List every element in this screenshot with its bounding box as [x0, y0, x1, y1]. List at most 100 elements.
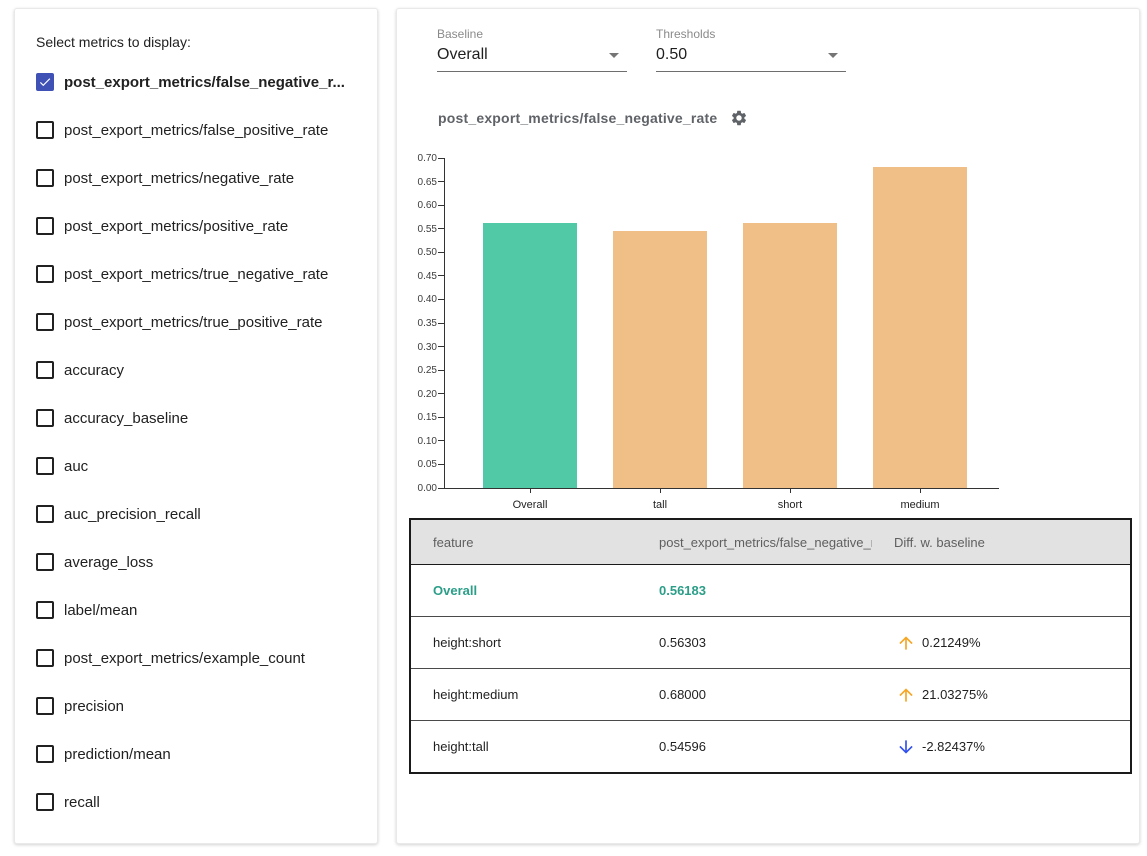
diff-with-baseline: 21.03275% — [894, 685, 1122, 705]
baseline-select[interactable]: Baseline Overall — [437, 27, 627, 72]
y-axis-tick — [438, 346, 444, 347]
table-header-cell: feature — [410, 519, 637, 565]
table-header-cell: Diff. w. baseline — [872, 519, 1131, 565]
metric-label: post_export_metrics/false_negative_r... — [64, 74, 345, 91]
arrow-up-icon — [896, 685, 916, 705]
metric-label: recall — [64, 794, 100, 811]
x-axis-tick — [530, 488, 531, 493]
feature-cell: Overall — [410, 565, 637, 617]
metric-checkbox-item[interactable]: auc — [15, 442, 377, 490]
gear-icon[interactable] — [730, 109, 748, 127]
metric-label: post_export_metrics/true_negative_rate — [64, 266, 328, 283]
checkbox-unchecked-icon[interactable] — [36, 313, 54, 331]
metric-checkbox-item[interactable]: recall — [15, 778, 377, 826]
y-axis-tick-label: 0.35 — [397, 318, 437, 329]
checkbox-unchecked-icon[interactable] — [36, 121, 54, 139]
y-axis-tick — [438, 488, 444, 489]
value-cell: 0.56303 — [637, 617, 872, 669]
metric-checkbox-item[interactable]: label/mean — [15, 586, 377, 634]
bar-medium[interactable] — [873, 167, 967, 488]
diff-with-baseline: -2.82437% — [894, 737, 1122, 757]
diff-cell — [872, 565, 1131, 617]
metric-checkbox-item[interactable]: post_export_metrics/false_negative_r... — [15, 58, 377, 106]
metric-label: post_export_metrics/positive_rate — [64, 218, 288, 235]
feature-cell: height:short — [410, 617, 637, 669]
checkbox-unchecked-icon[interactable] — [36, 457, 54, 475]
plot-area: 0.000.050.100.150.200.250.300.350.400.45… — [444, 158, 999, 489]
metric-checkbox-item[interactable]: post_export_metrics/false_positive_rate — [15, 106, 377, 154]
y-axis-tick-label: 0.65 — [397, 177, 437, 188]
y-axis-tick — [438, 228, 444, 229]
bar-chart: 0.000.050.100.150.200.250.300.350.400.45… — [397, 9, 1141, 539]
checkbox-unchecked-icon[interactable] — [36, 361, 54, 379]
y-axis-tick — [438, 323, 444, 324]
bar-tall[interactable] — [613, 231, 707, 488]
y-axis-tick — [438, 299, 444, 300]
checkbox-unchecked-icon[interactable] — [36, 217, 54, 235]
checkbox-unchecked-icon[interactable] — [36, 409, 54, 427]
diff-value: 0.21249% — [922, 635, 981, 650]
dropdown-arrow-icon[interactable] — [828, 53, 838, 58]
bar-short[interactable] — [743, 223, 837, 488]
diff-cell: 0.21249% — [872, 617, 1131, 669]
thresholds-select-label: Thresholds — [656, 27, 846, 41]
y-axis-tick-label: 0.40 — [397, 294, 437, 305]
metric-checkbox-item[interactable]: auc_precision_recall — [15, 490, 377, 538]
metric-checkbox-item[interactable]: post_export_metrics/true_negative_rate — [15, 250, 377, 298]
y-axis-tick — [438, 205, 444, 206]
feature-cell: height:medium — [410, 669, 637, 721]
metric-checkbox-item[interactable]: post_export_metrics/true_positive_rate — [15, 298, 377, 346]
y-axis-tick-label: 0.45 — [397, 271, 437, 282]
checkbox-unchecked-icon[interactable] — [36, 601, 54, 619]
checkbox-unchecked-icon[interactable] — [36, 745, 54, 763]
metric-checkbox-item[interactable]: prediction/mean — [15, 730, 377, 778]
value-cell: 0.68000 — [637, 669, 872, 721]
metric-label: average_loss — [64, 554, 153, 571]
x-axis-label: tall — [610, 499, 710, 511]
checkbox-unchecked-icon[interactable] — [36, 265, 54, 283]
arrow-up-icon — [896, 633, 916, 653]
metric-label: prediction/mean — [64, 746, 171, 763]
dropdown-arrow-icon[interactable] — [609, 53, 619, 58]
metric-checkbox-item[interactable]: post_export_metrics/example_count — [15, 634, 377, 682]
metric-checkbox-item[interactable]: precision — [15, 682, 377, 730]
metric-label: post_export_metrics/negative_rate — [64, 170, 294, 187]
table-header-row: featurepost_export_metrics/false_negativ… — [410, 519, 1131, 565]
y-axis-tick-label: 0.05 — [397, 459, 437, 470]
metric-checkbox-item[interactable]: average_loss — [15, 538, 377, 586]
checkbox-unchecked-icon[interactable] — [36, 505, 54, 523]
x-axis-tick — [790, 488, 791, 493]
y-axis-tick-label: 0.50 — [397, 247, 437, 258]
controls-bar: Baseline Overall Thresholds 0.50 — [437, 27, 846, 72]
y-axis-tick — [438, 370, 444, 371]
checkbox-unchecked-icon[interactable] — [36, 649, 54, 667]
metric-checkbox-item[interactable]: accuracy — [15, 346, 377, 394]
y-axis-tick — [438, 417, 444, 418]
metric-checkbox-item[interactable]: post_export_metrics/negative_rate — [15, 154, 377, 202]
y-axis-tick-label: 0.15 — [397, 412, 437, 423]
chart-header: post_export_metrics/false_negative_rate — [438, 109, 748, 127]
metric-label: post_export_metrics/true_positive_rate — [64, 314, 322, 331]
checkbox-unchecked-icon[interactable] — [36, 169, 54, 187]
metric-checkbox-item[interactable]: accuracy_baseline — [15, 394, 377, 442]
y-axis-tick — [438, 393, 444, 394]
y-axis-tick-label: 0.55 — [397, 224, 437, 235]
checkbox-unchecked-icon[interactable] — [36, 793, 54, 811]
x-axis-tick — [920, 488, 921, 493]
metric-checkbox-item[interactable]: post_export_metrics/positive_rate — [15, 202, 377, 250]
y-axis-tick-label: 0.20 — [397, 389, 437, 400]
fairness-indicators-app: Select metrics to display: post_export_m… — [0, 0, 1147, 856]
checkbox-unchecked-icon[interactable] — [36, 697, 54, 715]
diff-cell: -2.82437% — [872, 721, 1131, 774]
baseline-select-label: Baseline — [437, 27, 627, 41]
metric-label: auc — [64, 458, 88, 475]
metric-label: post_export_metrics/false_positive_rate — [64, 122, 328, 139]
y-axis-tick-label: 0.10 — [397, 436, 437, 447]
checkbox-checked-icon[interactable] — [36, 73, 54, 91]
metric-label: auc_precision_recall — [64, 506, 201, 523]
metric-label: post_export_metrics/example_count — [64, 650, 305, 667]
bar-Overall[interactable] — [483, 223, 577, 488]
checkbox-unchecked-icon[interactable] — [36, 553, 54, 571]
thresholds-select[interactable]: Thresholds 0.50 — [656, 27, 846, 72]
y-axis-tick — [438, 464, 444, 465]
